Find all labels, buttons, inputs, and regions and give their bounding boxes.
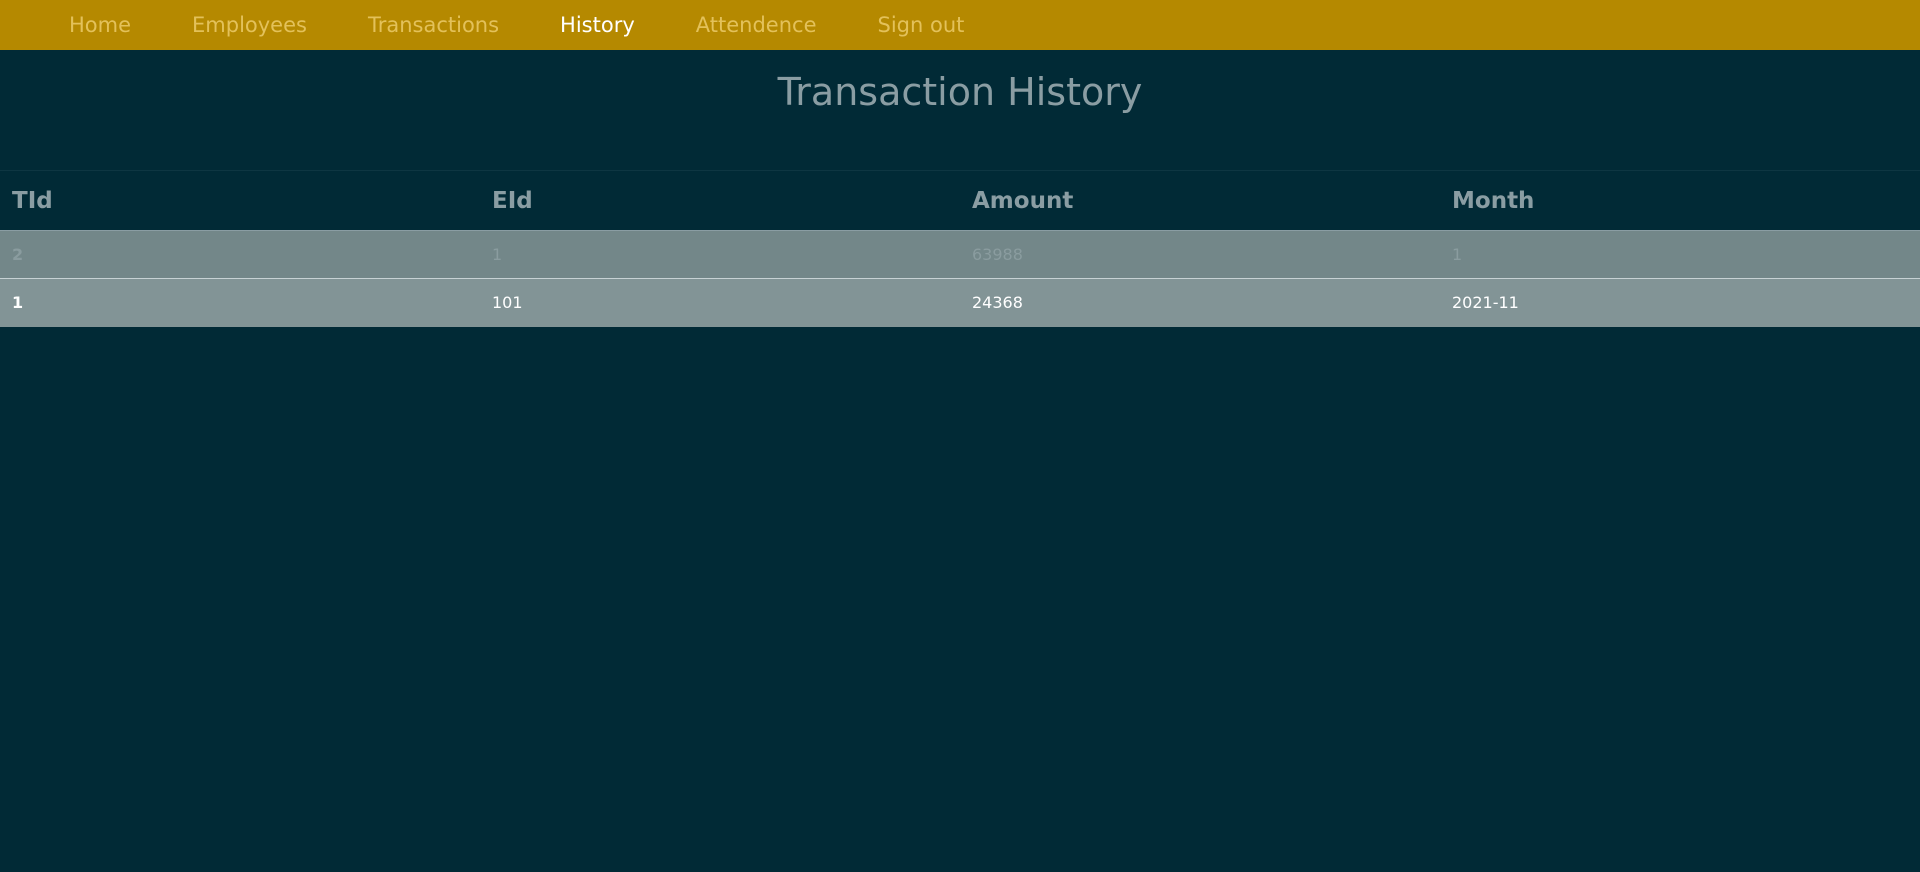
cell-tid: 2 [12, 245, 24, 264]
column-header-tid: TId [12, 187, 53, 214]
table-row[interactable]: 2 1 63988 1 [0, 230, 1920, 279]
column-header-eid: EId [492, 187, 533, 214]
nav-employees[interactable]: Employees [192, 13, 307, 37]
transaction-history-table: TId EId Amount Month 2 1 63988 1 1 101 2… [0, 170, 1920, 327]
cell-month: 2021-11 [1452, 293, 1519, 313]
nav-sign-out[interactable]: Sign out [878, 13, 965, 37]
transactions-table-container: TId EId Amount Month 2 1 63988 1 1 101 2… [0, 170, 1920, 327]
cell-amount: 24368 [972, 293, 1023, 313]
nav-transactions[interactable]: Transactions [368, 13, 499, 37]
page-title: Transaction History [777, 70, 1143, 114]
cell-eid: 101 [492, 293, 523, 313]
table-body: 2 1 63988 1 1 101 24368 2021-11 [0, 230, 1920, 327]
cell-tid: 1 [12, 293, 24, 313]
column-header-amount: Amount [972, 187, 1074, 214]
column-header-month: Month [1452, 187, 1535, 214]
table-header-row: TId EId Amount Month [0, 170, 1920, 231]
nav-attendence[interactable]: Attendence [696, 13, 817, 37]
cell-amount: 63988 [972, 245, 1023, 264]
nav-history[interactable]: History [560, 13, 635, 37]
table-row[interactable]: 1 101 24368 2021-11 [0, 278, 1920, 327]
table-header: TId EId Amount Month [0, 170, 1920, 231]
top-navbar: Home Employees Transactions History Atte… [0, 0, 1920, 50]
cell-eid: 1 [492, 245, 503, 264]
nav-home[interactable]: Home [69, 13, 131, 37]
cell-month: 1 [1452, 245, 1463, 264]
